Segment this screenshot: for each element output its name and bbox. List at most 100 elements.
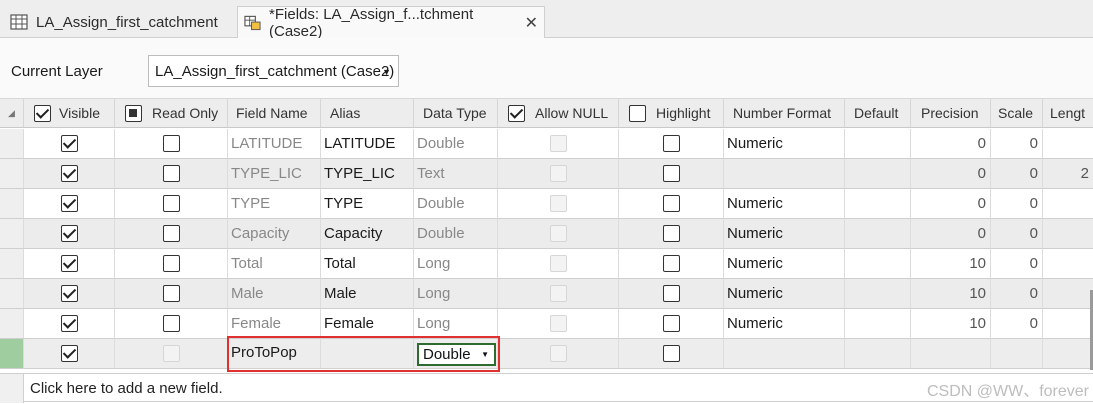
- visible-cell[interactable]: [24, 339, 115, 369]
- allow-null-cell[interactable]: [498, 339, 619, 369]
- highlight-checkbox[interactable]: [662, 225, 680, 242]
- data-type-cell[interactable]: Double: [414, 189, 498, 219]
- default-cell[interactable]: [845, 219, 911, 249]
- header-highlight-checkbox[interactable]: [629, 104, 646, 122]
- allow-null-cell[interactable]: [498, 309, 619, 339]
- header-visible-checkbox[interactable]: [34, 104, 51, 122]
- visible-checkbox[interactable]: [60, 165, 78, 182]
- read-only-checkbox[interactable]: [162, 255, 180, 272]
- read-only-cell[interactable]: [115, 219, 228, 249]
- highlight-cell[interactable]: [619, 309, 724, 339]
- column-header-read-only[interactable]: Read Only: [115, 99, 228, 128]
- visible-cell[interactable]: [24, 219, 115, 249]
- visible-checkbox[interactable]: [60, 195, 78, 212]
- length-cell[interactable]: [1043, 129, 1093, 159]
- highlight-checkbox[interactable]: [662, 315, 680, 332]
- highlight-cell[interactable]: [619, 189, 724, 219]
- precision-cell[interactable]: 10: [911, 249, 991, 279]
- length-cell[interactable]: [1043, 249, 1093, 279]
- scale-cell[interactable]: 0: [991, 279, 1043, 309]
- scale-cell[interactable]: 0: [991, 309, 1043, 339]
- column-header-field-name[interactable]: Field Name: [228, 99, 321, 128]
- read-only-cell[interactable]: [115, 249, 228, 279]
- visible-checkbox[interactable]: [60, 225, 78, 242]
- precision-cell[interactable]: 10: [911, 309, 991, 339]
- highlight-checkbox[interactable]: [662, 345, 680, 362]
- row-selector[interactable]: [0, 249, 24, 279]
- read-only-checkbox[interactable]: [162, 285, 180, 302]
- field-name-cell[interactable]: TYPE_LIC: [228, 159, 321, 189]
- allow-null-cell[interactable]: [498, 189, 619, 219]
- number-format-cell[interactable]: Numeric: [724, 249, 845, 279]
- default-cell[interactable]: [845, 129, 911, 159]
- highlight-checkbox[interactable]: [662, 285, 680, 302]
- read-only-cell[interactable]: [115, 159, 228, 189]
- row-selector[interactable]: [0, 129, 24, 159]
- visible-cell[interactable]: [24, 249, 115, 279]
- read-only-cell[interactable]: [115, 309, 228, 339]
- data-type-cell[interactable]: Double: [414, 129, 498, 159]
- highlight-cell[interactable]: [619, 249, 724, 279]
- allow-null-cell[interactable]: [498, 279, 619, 309]
- length-cell[interactable]: [1043, 219, 1093, 249]
- column-header-length[interactable]: Lengt: [1043, 99, 1093, 128]
- field-name-cell[interactable]: Male: [228, 279, 321, 309]
- row-selector[interactable]: [0, 279, 24, 309]
- column-header-allow-null[interactable]: Allow NULL: [498, 99, 619, 128]
- row-selector[interactable]: [0, 374, 24, 403]
- alias-cell[interactable]: TYPE: [321, 189, 414, 219]
- visible-checkbox[interactable]: [60, 345, 78, 362]
- alias-cell[interactable]: Male: [321, 279, 414, 309]
- number-format-cell[interactable]: [724, 159, 845, 189]
- read-only-cell[interactable]: [115, 339, 228, 369]
- scale-cell[interactable]: 0: [991, 159, 1043, 189]
- default-cell[interactable]: [845, 189, 911, 219]
- number-format-cell[interactable]: [724, 339, 845, 369]
- alias-cell[interactable]: TYPE_LIC: [321, 159, 414, 189]
- data-type-cell[interactable]: Long: [414, 279, 498, 309]
- column-header-visible[interactable]: Visible: [24, 99, 115, 128]
- visible-cell[interactable]: [24, 159, 115, 189]
- default-cell[interactable]: [845, 339, 911, 369]
- tab-table-view[interactable]: LA_Assign_first_catchment: [4, 6, 228, 38]
- precision-cell[interactable]: 0: [911, 129, 991, 159]
- number-format-cell[interactable]: Numeric: [724, 309, 845, 339]
- column-header-highlight[interactable]: Highlight: [619, 99, 724, 128]
- number-format-cell[interactable]: Numeric: [724, 279, 845, 309]
- number-format-cell[interactable]: Numeric: [724, 189, 845, 219]
- precision-cell[interactable]: 10: [911, 279, 991, 309]
- scale-cell[interactable]: 0: [991, 189, 1043, 219]
- field-name-cell[interactable]: TYPE: [228, 189, 321, 219]
- visible-checkbox[interactable]: [60, 135, 78, 152]
- read-only-checkbox[interactable]: [162, 225, 180, 242]
- number-format-cell[interactable]: Numeric: [724, 219, 845, 249]
- default-cell[interactable]: [845, 249, 911, 279]
- field-name-cell[interactable]: Female: [228, 309, 321, 339]
- length-cell[interactable]: [1043, 279, 1093, 309]
- default-cell[interactable]: [845, 309, 911, 339]
- highlight-cell[interactable]: [619, 339, 724, 369]
- scale-cell[interactable]: 0: [991, 219, 1043, 249]
- select-all-corner[interactable]: ◢: [0, 99, 24, 128]
- add-field-text[interactable]: Click here to add a new field.: [30, 380, 223, 397]
- visible-checkbox[interactable]: [60, 285, 78, 302]
- row-selector[interactable]: [0, 309, 24, 339]
- read-only-checkbox[interactable]: [162, 135, 180, 152]
- column-header-alias[interactable]: Alias: [321, 99, 414, 128]
- data-type-cell[interactable]: Long: [414, 249, 498, 279]
- row-selector[interactable]: [0, 339, 24, 369]
- visible-cell[interactable]: [24, 279, 115, 309]
- default-cell[interactable]: [845, 159, 911, 189]
- alias-cell[interactable]: LATITUDE: [321, 129, 414, 159]
- default-cell[interactable]: [845, 279, 911, 309]
- column-header-default[interactable]: Default: [845, 99, 911, 128]
- visible-cell[interactable]: [24, 129, 115, 159]
- allow-null-cell[interactable]: [498, 159, 619, 189]
- row-selector[interactable]: [0, 219, 24, 249]
- alias-cell[interactable]: Capacity: [321, 219, 414, 249]
- header-allow-null-checkbox[interactable]: [508, 104, 525, 122]
- row-selector[interactable]: [0, 159, 24, 189]
- field-name-cell[interactable]: Total: [228, 249, 321, 279]
- column-header-precision[interactable]: Precision: [911, 99, 991, 128]
- alias-cell[interactable]: Female: [321, 309, 414, 339]
